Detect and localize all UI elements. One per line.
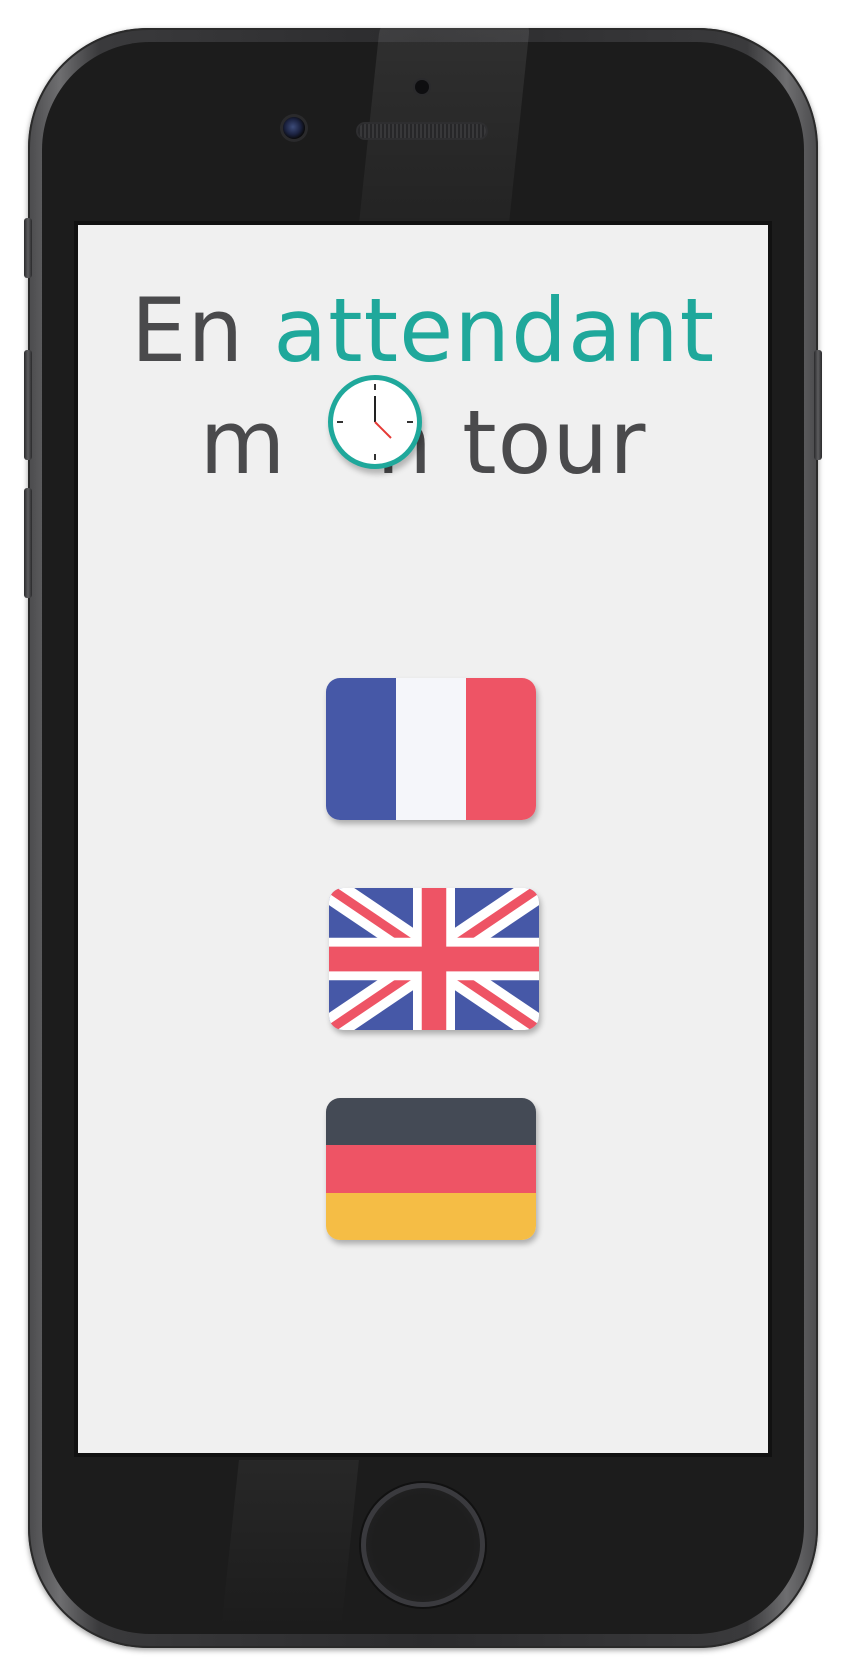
german-flag-black <box>326 1098 536 1146</box>
earpiece-speaker <box>358 124 486 138</box>
power-button <box>814 350 822 460</box>
language-english-button[interactable] <box>329 888 539 1030</box>
clock-icon <box>328 375 422 469</box>
app-title-line-2: mn tour <box>78 395 768 491</box>
title-part-m: m <box>199 391 287 494</box>
volume-up-button <box>24 350 32 460</box>
language-french-button[interactable] <box>326 678 536 820</box>
title-word-attendant: attendant <box>273 279 716 382</box>
volume-down-button <box>24 488 32 598</box>
french-flag-red <box>466 678 536 820</box>
front-camera-icon <box>283 117 305 139</box>
language-german-button[interactable] <box>326 1098 536 1240</box>
app-screen: En attendant mn tour <box>78 225 768 1453</box>
french-flag-white <box>396 678 466 820</box>
french-flag-blue <box>326 678 396 820</box>
german-flag-gold <box>326 1192 536 1240</box>
glass-reflection-bottom <box>221 1460 359 1630</box>
clock-minute-hand <box>374 421 392 439</box>
app-title-line-1: En attendant <box>78 283 768 379</box>
title-word-en: En <box>130 279 245 382</box>
german-flag-red <box>326 1145 536 1193</box>
glass-reflection <box>358 14 532 224</box>
mute-switch <box>24 218 32 278</box>
uk-flag-icon <box>329 888 539 1030</box>
home-button-icon[interactable] <box>361 1483 485 1607</box>
proximity-sensor-icon <box>415 80 429 94</box>
